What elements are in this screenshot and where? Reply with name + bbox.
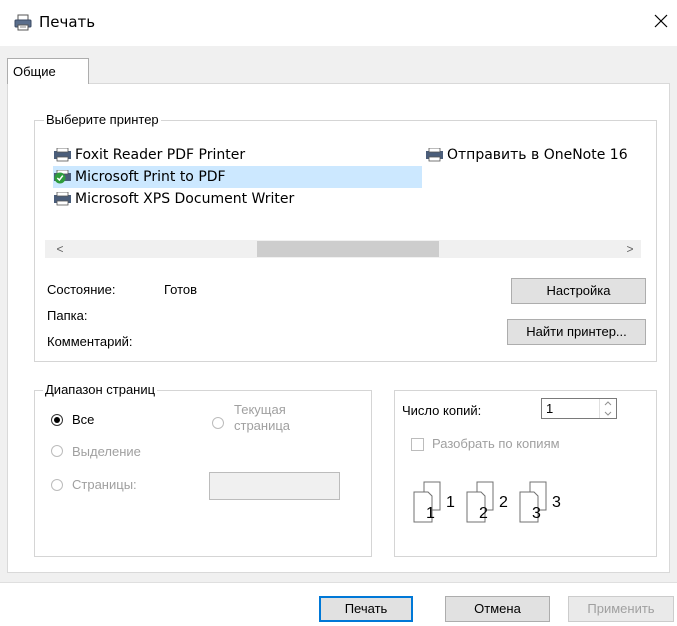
- printer-icon: [14, 14, 32, 31]
- pages-input[interactable]: [209, 472, 340, 500]
- copies-stepper[interactable]: 1: [541, 398, 617, 419]
- printer-item-microsoft-xps[interactable]: Microsoft XPS Document Writer: [53, 188, 294, 210]
- radio-current-page-label: Текущая страница: [234, 402, 291, 433]
- radio-selection-label: Выделение: [72, 444, 141, 459]
- copies-value: 1: [546, 401, 554, 416]
- horizontal-scrollbar[interactable]: < >: [45, 240, 641, 258]
- printer-name: Отправить в OneNote 16: [447, 147, 628, 163]
- printer-icon: [54, 148, 71, 162]
- copies-spin-buttons[interactable]: [599, 399, 616, 418]
- collate-number: 1: [446, 494, 455, 511]
- collate-number: 2: [479, 505, 488, 522]
- status-value: Готов: [164, 282, 198, 297]
- window-title: Печать: [39, 13, 96, 31]
- copies-label: Число копий:: [402, 403, 482, 418]
- printer-item-foxit[interactable]: Foxit Reader PDF Printer: [53, 144, 245, 166]
- status-label: Состояние:: [47, 282, 116, 297]
- printer-group-legend: Выберите принтер: [44, 112, 161, 127]
- collate-number: 2: [499, 494, 508, 511]
- find-printer-button[interactable]: Найти принтер...: [507, 319, 646, 345]
- printer-name: Foxit Reader PDF Printer: [75, 147, 246, 163]
- collate-number: 3: [552, 494, 561, 511]
- radio-current-page[interactable]: [212, 417, 224, 429]
- close-icon[interactable]: [650, 10, 672, 32]
- printer-item-microsoft-pdf[interactable]: Microsoft Print to PDF: [53, 166, 422, 188]
- printer-item-onenote[interactable]: Отправить в OneNote 16: [425, 144, 641, 166]
- printer-name: Microsoft XPS Document Writer: [75, 191, 295, 207]
- apply-button[interactable]: Применить: [568, 596, 674, 622]
- tab-general[interactable]: Общие: [7, 58, 89, 84]
- printer-icon: [426, 148, 443, 162]
- radio-pages[interactable]: [51, 479, 63, 491]
- page-range-legend: Диапазон страниц: [43, 382, 158, 397]
- print-button[interactable]: Печать: [319, 596, 413, 622]
- scroll-thumb[interactable]: [257, 241, 439, 257]
- collate-label: Разобрать по копиям: [432, 436, 560, 451]
- radio-all[interactable]: [51, 414, 63, 426]
- collate-number: 3: [532, 505, 541, 522]
- spin-up-icon[interactable]: [600, 399, 616, 408]
- footer-separator: [0, 582, 677, 583]
- radio-pages-label: Страницы:: [72, 477, 137, 492]
- radio-selection[interactable]: [51, 445, 63, 457]
- preferences-button[interactable]: Настройка: [511, 278, 646, 304]
- scroll-right-icon[interactable]: >: [621, 240, 639, 258]
- printer-name: Microsoft Print to PDF: [75, 169, 226, 185]
- scroll-left-icon[interactable]: <: [51, 240, 69, 258]
- cancel-button[interactable]: Отмена: [445, 596, 550, 622]
- tab-general-label: Общие: [13, 64, 56, 79]
- default-printer-icon: [54, 170, 71, 184]
- spin-down-icon[interactable]: [600, 409, 616, 418]
- radio-all-label: Все: [72, 412, 95, 427]
- printer-icon: [54, 192, 71, 206]
- title-bar: Печать: [0, 0, 677, 46]
- collate-checkbox[interactable]: [411, 438, 424, 451]
- folder-label: Папка:: [47, 308, 88, 323]
- collate-number: 1: [426, 505, 435, 522]
- comment-label: Комментарий:: [47, 334, 133, 349]
- printer-list[interactable]: Foxit Reader PDF Printer Microsoft Print…: [45, 134, 641, 238]
